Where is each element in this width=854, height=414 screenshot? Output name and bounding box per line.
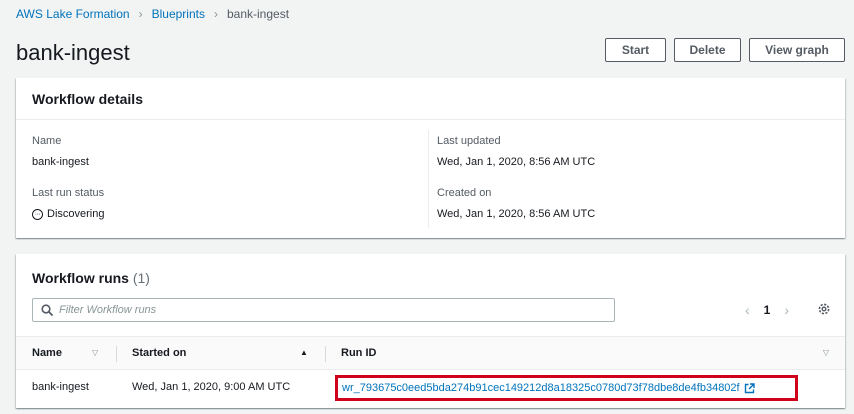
- name-field: Name bank-ingest: [32, 135, 89, 168]
- last-run-status-value: Discovering: [47, 208, 105, 220]
- column-divider: [428, 130, 429, 228]
- delete-button[interactable]: Delete: [674, 38, 741, 62]
- created-on-value: Wed, Jan 1, 2020, 8:56 AM UTC: [437, 208, 596, 220]
- pagination: ‹ 1 ›: [745, 302, 789, 318]
- row-name: bank-ingest: [32, 381, 89, 393]
- run-id-link[interactable]: wr_793675c0eed5bda274b91cec149212d8a1832…: [342, 382, 740, 394]
- chevron-right-icon: ›: [138, 7, 143, 21]
- external-link-icon[interactable]: [744, 382, 755, 394]
- column-header-run-id[interactable]: Run ID: [341, 347, 376, 359]
- chevron-right-icon[interactable]: ›: [784, 302, 789, 318]
- breadcrumb-blueprints[interactable]: Blueprints: [152, 7, 205, 21]
- search-box[interactable]: [32, 298, 615, 322]
- search-input[interactable]: [59, 304, 579, 316]
- last-updated-label: Last updated: [437, 135, 501, 147]
- chevron-right-icon: ›: [213, 7, 218, 21]
- name-label: Name: [32, 135, 62, 147]
- sort-down-icon[interactable]: ▽: [823, 348, 829, 357]
- last-run-status-field: Last run status ··· Discovering: [32, 187, 104, 220]
- workflow-details-title: Workflow details: [16, 78, 845, 120]
- breadcrumb-lake-formation[interactable]: AWS Lake Formation: [16, 7, 130, 21]
- action-buttons: Start Delete View graph: [605, 38, 845, 62]
- breadcrumb-current: bank-ingest: [226, 7, 290, 21]
- column-divider: [116, 346, 117, 362]
- run-id-highlight: wr_793675c0eed5bda274b91cec149212d8a1832…: [335, 375, 798, 401]
- last-run-status-label: Last run status: [32, 187, 105, 199]
- search-icon: [41, 304, 53, 316]
- column-header-started-on[interactable]: Started on: [132, 347, 186, 359]
- workflow-runs-heading: Workflow runs: [32, 270, 129, 286]
- breadcrumb: AWS Lake Formation › Blueprints › bank-i…: [16, 7, 289, 21]
- workflow-runs-title: Workflow runs (1): [32, 270, 150, 286]
- page-number[interactable]: 1: [764, 303, 771, 317]
- last-updated-field: Last updated Wed, Jan 1, 2020, 8:56 AM U…: [437, 135, 595, 168]
- start-button[interactable]: Start: [605, 38, 666, 62]
- page-title: bank-ingest: [16, 40, 130, 65]
- created-on-label: Created on: [437, 187, 492, 199]
- column-divider: [325, 346, 326, 362]
- view-graph-button[interactable]: View graph: [749, 38, 845, 62]
- status-in-progress-icon: ···: [32, 208, 43, 220]
- name-value: bank-ingest: [32, 156, 89, 168]
- table-header: Name ▽ Started on ▲ Run ID ▽: [16, 336, 845, 370]
- last-updated-value: Wed, Jan 1, 2020, 8:56 AM UTC: [437, 156, 596, 168]
- gear-icon[interactable]: [817, 302, 831, 321]
- created-on-field: Created on Wed, Jan 1, 2020, 8:56 AM UTC: [437, 187, 595, 220]
- column-header-name[interactable]: Name: [32, 347, 62, 359]
- sort-up-icon[interactable]: ▲: [300, 348, 308, 357]
- workflow-details-panel: Workflow details Name bank-ingest Last r…: [16, 78, 845, 238]
- row-started-on: Wed, Jan 1, 2020, 9:00 AM UTC: [132, 381, 291, 393]
- chevron-left-icon[interactable]: ‹: [745, 302, 750, 318]
- table-row: bank-ingest Wed, Jan 1, 2020, 9:00 AM UT…: [16, 371, 845, 405]
- workflow-runs-panel: Workflow runs (1) ‹ 1 › Name ▽ Started o…: [16, 254, 845, 408]
- workflow-runs-count: (1): [132, 270, 150, 286]
- sort-down-icon[interactable]: ▽: [92, 348, 98, 357]
